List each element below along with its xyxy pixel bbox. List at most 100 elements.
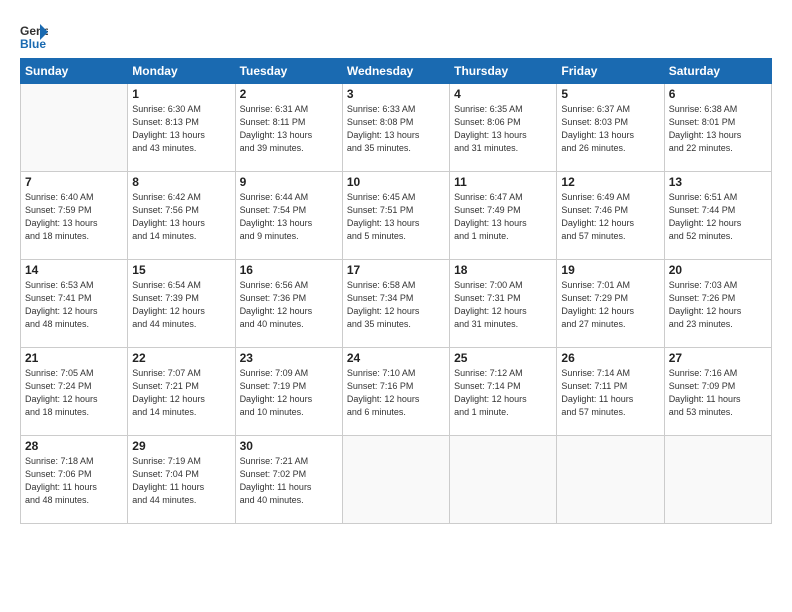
day-info: Sunrise: 6:37 AM Sunset: 8:03 PM Dayligh… <box>561 103 659 155</box>
weekday-header-thursday: Thursday <box>450 59 557 84</box>
calendar-cell: 23 Sunrise: 7:09 AM Sunset: 7:19 PM Dayli… <box>235 348 342 436</box>
day-info: Sunrise: 7:14 AM Sunset: 7:11 PM Dayligh… <box>561 367 659 419</box>
day-number: 19 <box>561 263 659 277</box>
day-info: Sunrise: 6:56 AM Sunset: 7:36 PM Dayligh… <box>240 279 338 331</box>
calendar-cell: 28 Sunrise: 7:18 AM Sunset: 7:06 PM Dayli… <box>21 436 128 524</box>
weekday-header-saturday: Saturday <box>664 59 771 84</box>
day-info: Sunrise: 7:18 AM Sunset: 7:06 PM Dayligh… <box>25 455 123 507</box>
day-info: Sunrise: 6:54 AM Sunset: 7:39 PM Dayligh… <box>132 279 230 331</box>
day-number: 5 <box>561 87 659 101</box>
day-number: 17 <box>347 263 445 277</box>
day-number: 30 <box>240 439 338 453</box>
day-info: Sunrise: 6:38 AM Sunset: 8:01 PM Dayligh… <box>669 103 767 155</box>
calendar-cell: 14Sunrise: 6:53 AM Sunset: 7:41 PM Dayli… <box>21 260 128 348</box>
calendar-cell: 12 Sunrise: 6:49 AM Sunset: 7:46 PM Dayli… <box>557 172 664 260</box>
calendar-cell: 18 Sunrise: 7:00 AM Sunset: 7:31 PM Dayli… <box>450 260 557 348</box>
calendar-cell: 11 Sunrise: 6:47 AM Sunset: 7:49 PM Dayli… <box>450 172 557 260</box>
day-number: 23 <box>240 351 338 365</box>
day-number: 20 <box>669 263 767 277</box>
logo: General Blue <box>20 22 52 50</box>
day-number: 24 <box>347 351 445 365</box>
day-info: Sunrise: 7:09 AM Sunset: 7:19 PM Dayligh… <box>240 367 338 419</box>
day-number: 7 <box>25 175 123 189</box>
calendar-cell: 7 Sunrise: 6:40 AM Sunset: 7:59 PM Daylig… <box>21 172 128 260</box>
calendar-cell <box>557 436 664 524</box>
calendar-cell: 17Sunrise: 6:58 AM Sunset: 7:34 PM Dayli… <box>342 260 449 348</box>
day-number: 4 <box>454 87 552 101</box>
day-info: Sunrise: 6:40 AM Sunset: 7:59 PM Dayligh… <box>25 191 123 243</box>
day-number: 13 <box>669 175 767 189</box>
day-number: 22 <box>132 351 230 365</box>
calendar-cell: 2 Sunrise: 6:31 AM Sunset: 8:11 PM Daylig… <box>235 84 342 172</box>
calendar-cell: 1 Sunrise: 6:30 AM Sunset: 8:13 PM Daylig… <box>128 84 235 172</box>
day-info: Sunrise: 7:12 AM Sunset: 7:14 PM Dayligh… <box>454 367 552 419</box>
calendar-cell: 13 Sunrise: 6:51 AM Sunset: 7:44 PM Dayli… <box>664 172 771 260</box>
calendar-cell: 27 Sunrise: 7:16 AM Sunset: 7:09 PM Dayli… <box>664 348 771 436</box>
day-number: 26 <box>561 351 659 365</box>
day-number: 11 <box>454 175 552 189</box>
day-number: 2 <box>240 87 338 101</box>
calendar-cell <box>342 436 449 524</box>
calendar-cell: 9 Sunrise: 6:44 AM Sunset: 7:54 PM Daylig… <box>235 172 342 260</box>
day-number: 25 <box>454 351 552 365</box>
calendar-cell <box>664 436 771 524</box>
day-info: Sunrise: 6:30 AM Sunset: 8:13 PM Dayligh… <box>132 103 230 155</box>
day-number: 6 <box>669 87 767 101</box>
day-info: Sunrise: 6:51 AM Sunset: 7:44 PM Dayligh… <box>669 191 767 243</box>
calendar-cell: 19 Sunrise: 7:01 AM Sunset: 7:29 PM Dayli… <box>557 260 664 348</box>
calendar-cell: 30 Sunrise: 7:21 AM Sunset: 7:02 PM Dayli… <box>235 436 342 524</box>
day-info: Sunrise: 6:49 AM Sunset: 7:46 PM Dayligh… <box>561 191 659 243</box>
weekday-header-monday: Monday <box>128 59 235 84</box>
weekday-header-friday: Friday <box>557 59 664 84</box>
day-number: 14 <box>25 263 123 277</box>
calendar-cell: 29Sunrise: 7:19 AM Sunset: 7:04 PM Dayli… <box>128 436 235 524</box>
calendar-cell: 22 Sunrise: 7:07 AM Sunset: 7:21 PM Dayli… <box>128 348 235 436</box>
calendar-cell: 6 Sunrise: 6:38 AM Sunset: 8:01 PM Daylig… <box>664 84 771 172</box>
day-info: Sunrise: 7:05 AM Sunset: 7:24 PM Dayligh… <box>25 367 123 419</box>
day-number: 12 <box>561 175 659 189</box>
day-number: 27 <box>669 351 767 365</box>
calendar-cell: 25 Sunrise: 7:12 AM Sunset: 7:14 PM Dayli… <box>450 348 557 436</box>
weekday-header-wednesday: Wednesday <box>342 59 449 84</box>
day-number: 9 <box>240 175 338 189</box>
calendar-cell: 5 Sunrise: 6:37 AM Sunset: 8:03 PM Daylig… <box>557 84 664 172</box>
day-number: 15 <box>132 263 230 277</box>
day-info: Sunrise: 6:45 AM Sunset: 7:51 PM Dayligh… <box>347 191 445 243</box>
day-info: Sunrise: 7:03 AM Sunset: 7:26 PM Dayligh… <box>669 279 767 331</box>
day-number: 1 <box>132 87 230 101</box>
calendar-cell <box>21 84 128 172</box>
calendar-cell: 21 Sunrise: 7:05 AM Sunset: 7:24 PM Dayli… <box>21 348 128 436</box>
day-info: Sunrise: 7:10 AM Sunset: 7:16 PM Dayligh… <box>347 367 445 419</box>
calendar-cell: 24 Sunrise: 7:10 AM Sunset: 7:16 PM Dayli… <box>342 348 449 436</box>
day-info: Sunrise: 6:47 AM Sunset: 7:49 PM Dayligh… <box>454 191 552 243</box>
svg-text:Blue: Blue <box>20 37 46 50</box>
day-info: Sunrise: 7:16 AM Sunset: 7:09 PM Dayligh… <box>669 367 767 419</box>
day-info: Sunrise: 7:21 AM Sunset: 7:02 PM Dayligh… <box>240 455 338 507</box>
day-info: Sunrise: 7:01 AM Sunset: 7:29 PM Dayligh… <box>561 279 659 331</box>
day-info: Sunrise: 6:33 AM Sunset: 8:08 PM Dayligh… <box>347 103 445 155</box>
calendar-cell: 3 Sunrise: 6:33 AM Sunset: 8:08 PM Daylig… <box>342 84 449 172</box>
day-number: 18 <box>454 263 552 277</box>
day-number: 28 <box>25 439 123 453</box>
day-number: 21 <box>25 351 123 365</box>
calendar-cell: 16 Sunrise: 6:56 AM Sunset: 7:36 PM Dayli… <box>235 260 342 348</box>
day-info: Sunrise: 6:44 AM Sunset: 7:54 PM Dayligh… <box>240 191 338 243</box>
day-number: 16 <box>240 263 338 277</box>
day-number: 29 <box>132 439 230 453</box>
weekday-header-tuesday: Tuesday <box>235 59 342 84</box>
calendar-cell: 8 Sunrise: 6:42 AM Sunset: 7:56 PM Daylig… <box>128 172 235 260</box>
day-number: 10 <box>347 175 445 189</box>
day-info: Sunrise: 6:31 AM Sunset: 8:11 PM Dayligh… <box>240 103 338 155</box>
day-number: 8 <box>132 175 230 189</box>
day-number: 3 <box>347 87 445 101</box>
day-info: Sunrise: 7:07 AM Sunset: 7:21 PM Dayligh… <box>132 367 230 419</box>
calendar-cell: 20 Sunrise: 7:03 AM Sunset: 7:26 PM Dayli… <box>664 260 771 348</box>
day-info: Sunrise: 6:35 AM Sunset: 8:06 PM Dayligh… <box>454 103 552 155</box>
calendar: SundayMondayTuesdayWednesdayThursdayFrid… <box>20 58 772 524</box>
calendar-cell: 26 Sunrise: 7:14 AM Sunset: 7:11 PM Dayli… <box>557 348 664 436</box>
day-info: Sunrise: 7:00 AM Sunset: 7:31 PM Dayligh… <box>454 279 552 331</box>
calendar-cell: 15 Sunrise: 6:54 AM Sunset: 7:39 PM Dayli… <box>128 260 235 348</box>
weekday-header-sunday: Sunday <box>21 59 128 84</box>
day-info: Sunrise: 6:42 AM Sunset: 7:56 PM Dayligh… <box>132 191 230 243</box>
calendar-cell: 10 Sunrise: 6:45 AM Sunset: 7:51 PM Dayli… <box>342 172 449 260</box>
